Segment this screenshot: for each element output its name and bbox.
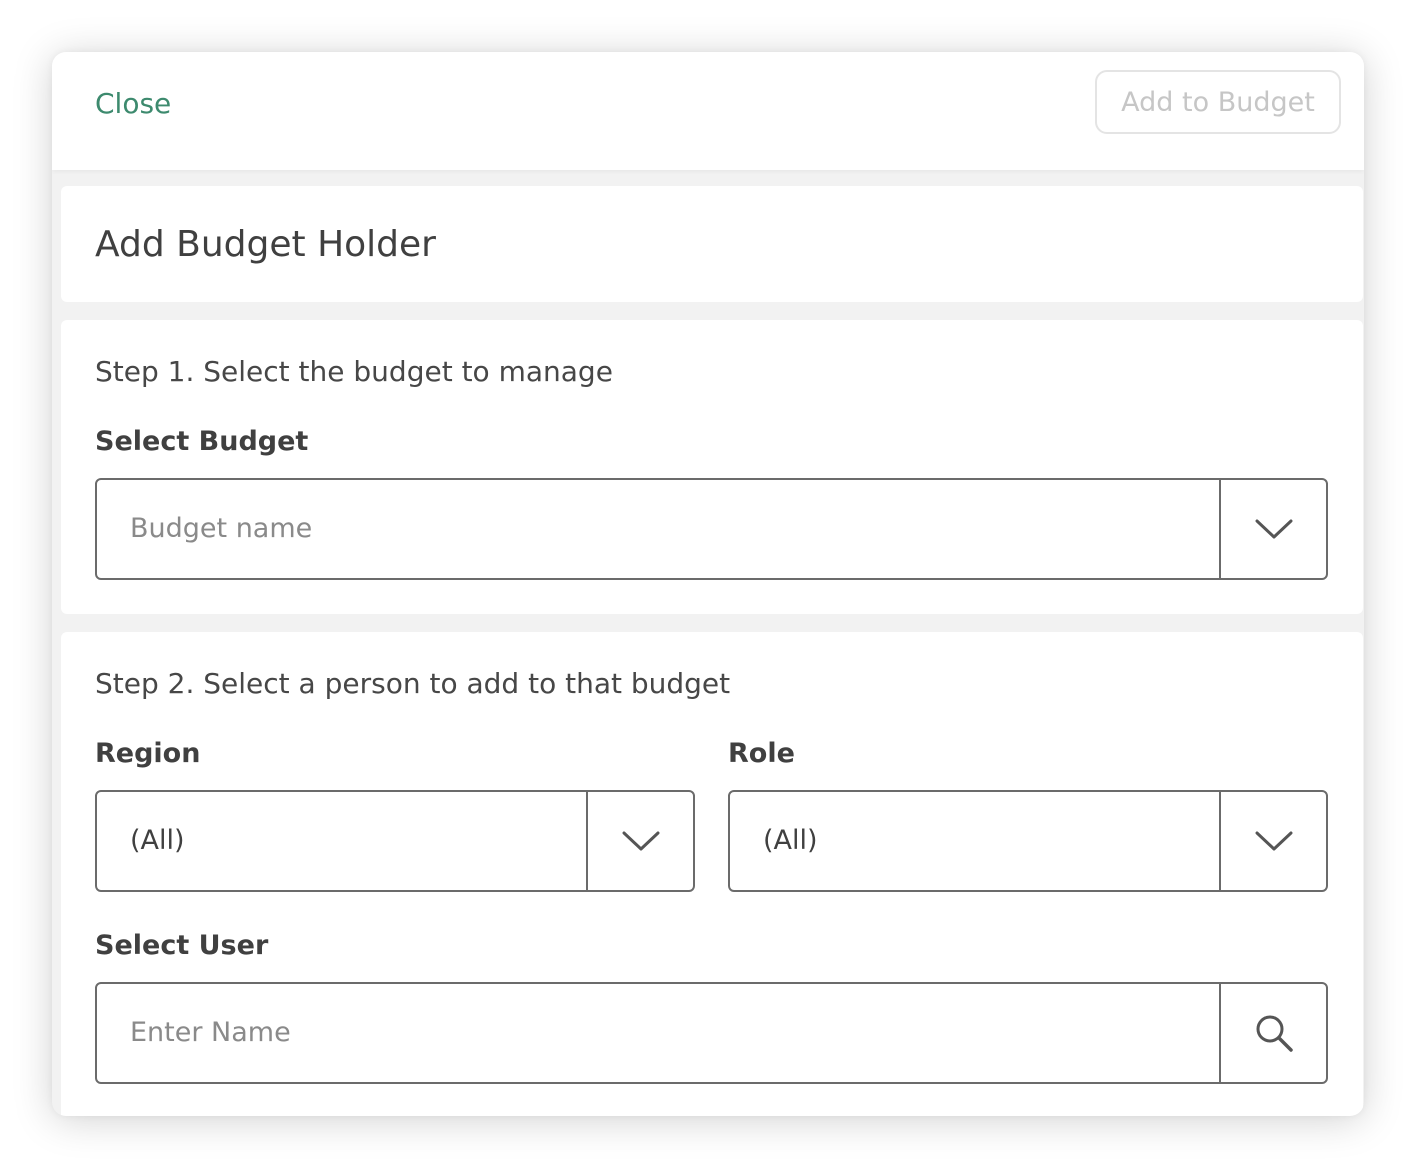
title-card: Add Budget Holder — [61, 186, 1363, 302]
region-toggle[interactable] — [586, 792, 693, 890]
step1-text: Step 1. Select the budget to manage — [95, 355, 613, 388]
select-budget-dropdown[interactable]: Budget name — [95, 478, 1328, 580]
step2-text: Step 2. Select a person to add to that b… — [95, 667, 731, 700]
role-toggle[interactable] — [1219, 792, 1326, 890]
close-link[interactable]: Close — [95, 84, 171, 124]
role-value: (All) — [763, 825, 818, 856]
select-user-label: Select User — [95, 930, 269, 961]
modal-header: Close Add to Budget — [52, 52, 1364, 170]
select-budget-placeholder: Budget name — [130, 513, 313, 544]
region-label: Region — [95, 738, 201, 769]
chevron-down-icon — [1255, 831, 1292, 851]
search-icon — [1256, 1015, 1293, 1052]
select-budget-label: Select Budget — [95, 426, 309, 457]
chevron-down-icon — [622, 831, 659, 851]
region-dropdown[interactable]: (All) — [95, 790, 695, 892]
add-budget-holder-modal: Close Add to Budget Add Budget Holder St… — [52, 52, 1364, 1116]
add-to-budget-button[interactable]: Add to Budget — [1095, 70, 1341, 134]
page-title: Add Budget Holder — [95, 224, 436, 265]
select-user-input[interactable]: Enter Name — [95, 982, 1328, 1084]
chevron-down-icon — [1255, 519, 1292, 539]
user-search-button[interactable] — [1219, 984, 1326, 1082]
role-label: Role — [728, 738, 795, 769]
step2-card: Step 2. Select a person to add to that b… — [61, 632, 1363, 1116]
select-user-placeholder: Enter Name — [130, 1017, 291, 1048]
region-value: (All) — [130, 825, 185, 856]
select-budget-toggle[interactable] — [1219, 480, 1326, 578]
step1-card: Step 1. Select the budget to manage Sele… — [61, 320, 1363, 614]
role-dropdown[interactable]: (All) — [728, 790, 1328, 892]
